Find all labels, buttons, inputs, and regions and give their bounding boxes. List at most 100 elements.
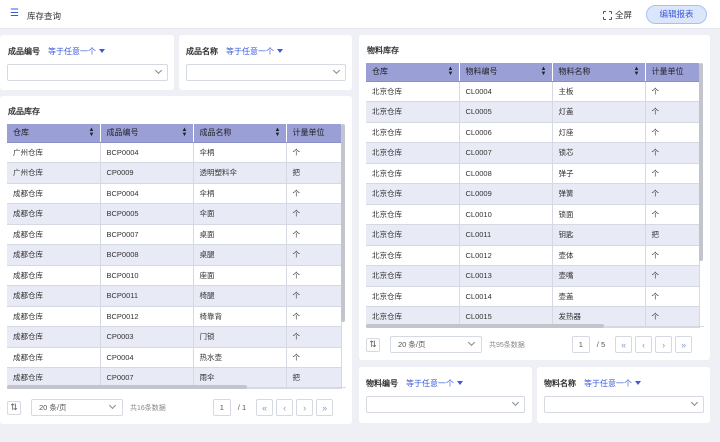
- first-page-icon[interactable]: «: [256, 399, 274, 416]
- cell: 成都仓库: [7, 244, 101, 266]
- material-name-select[interactable]: [544, 396, 704, 413]
- sort-icon[interactable]: ▲ ▼: [634, 66, 640, 77]
- table-row[interactable]: 成都仓库 BCP0007 桌面个: [7, 224, 342, 245]
- table-row[interactable]: 北京仓库 CL0005 灯盖个: [366, 101, 700, 123]
- table-row[interactable]: 北京仓库 CL0014 壶盖个: [366, 286, 700, 307]
- caret-down-icon: [99, 49, 105, 53]
- cell: CL0006: [459, 122, 553, 143]
- table-row[interactable]: 北京仓库 CL0006 灯座个: [366, 122, 700, 143]
- cell: 个: [286, 265, 342, 286]
- prev-page-icon[interactable]: ‹: [276, 399, 294, 416]
- chevron-down-icon: [108, 401, 117, 410]
- fullscreen-button[interactable]: 全屏: [602, 9, 632, 21]
- cell: BCP0010: [100, 265, 194, 286]
- sort-icon[interactable]: ▲ ▼: [89, 127, 95, 138]
- cell: 个: [645, 122, 700, 143]
- material-stock-pager: ⇅ 20 条/页 共95条数据 1 / 5 « ‹ › »: [366, 336, 693, 353]
- cell: 成都仓库: [7, 306, 101, 327]
- product-name-select[interactable]: [186, 64, 346, 81]
- cell: 个: [286, 224, 342, 245]
- table-row[interactable]: 广州仓库 CP0009 透明塑料伞把: [7, 162, 342, 184]
- cell: 个: [286, 142, 342, 163]
- table-row[interactable]: 北京仓库 CL0010 锁面个: [366, 204, 700, 225]
- last-page-icon[interactable]: »: [316, 399, 334, 416]
- cell: CL0012: [459, 245, 553, 266]
- table-row[interactable]: 成都仓库 BCP0012 椅靠背个: [7, 306, 342, 327]
- cell: 成都仓库: [7, 347, 101, 368]
- column-header-unit[interactable]: 计量单位: [645, 63, 700, 82]
- table-row[interactable]: 成都仓库 BCP0004 伞柄个: [7, 183, 342, 204]
- cell: BCP0004: [100, 183, 194, 204]
- first-page-icon[interactable]: «: [615, 336, 633, 353]
- product-name-operator-dropdown[interactable]: 等于任意一个: [226, 46, 283, 57]
- material-name-operator-dropdown[interactable]: 等于任意一个: [584, 378, 641, 389]
- column-settings-icon[interactable]: ⇅: [7, 400, 21, 415]
- sort-icon[interactable]: ▲ ▼: [275, 127, 281, 138]
- table-row[interactable]: 成都仓库 CP0004 热水壶个: [7, 347, 342, 368]
- cell: 个: [645, 204, 700, 225]
- cell: 壶体: [552, 245, 646, 266]
- cell: 个: [645, 183, 700, 205]
- cell: CP0003: [100, 326, 194, 348]
- cell: CL0004: [459, 81, 553, 102]
- cell: 成都仓库: [7, 326, 101, 348]
- sort-icon[interactable]: ▲ ▼: [541, 66, 547, 77]
- cell: 个: [645, 101, 700, 123]
- material-name-filter-label: 物料名称: [544, 379, 576, 388]
- column-header-product-code[interactable]: 成品编号 ▲ ▼: [100, 124, 194, 143]
- cell: 座面: [193, 265, 287, 286]
- cell: 灯座: [552, 122, 646, 143]
- table-row[interactable]: 成都仓库 BCP0010 座面个: [7, 265, 342, 286]
- material-code-select[interactable]: [366, 396, 525, 413]
- cell: CL0007: [459, 142, 553, 164]
- cell: CL0008: [459, 163, 553, 184]
- menu-icon[interactable]: ☰: [10, 9, 19, 19]
- cell: 伞柄: [193, 142, 287, 163]
- cell: CP0004: [100, 347, 194, 368]
- vertical-scrollbar[interactable]: [341, 124, 345, 322]
- vertical-scrollbar[interactable]: [699, 63, 703, 261]
- table-row[interactable]: 北京仓库 CL0009 弹簧个: [366, 183, 700, 205]
- column-header-product-name[interactable]: 成品名称 ▲ ▼: [193, 124, 287, 143]
- product-code-operator-dropdown[interactable]: 等于任意一个: [48, 46, 105, 57]
- page-count: / 1: [237, 403, 247, 412]
- table-row[interactable]: 北京仓库 CL0012 壶体个: [366, 245, 700, 266]
- cell: 北京仓库: [366, 224, 460, 246]
- sort-icon[interactable]: ▲ ▼: [182, 127, 188, 138]
- product-code-select[interactable]: [7, 64, 168, 81]
- page-number-input[interactable]: 1: [212, 399, 231, 416]
- column-header-warehouse[interactable]: 仓库 ▲ ▼: [366, 63, 460, 82]
- next-page-icon[interactable]: ›: [655, 336, 673, 353]
- table-row[interactable]: 成都仓库 CP0003 门锁个: [7, 326, 342, 348]
- page-number-input[interactable]: 1: [571, 336, 590, 353]
- cell: 北京仓库: [366, 286, 460, 307]
- table-row[interactable]: 成都仓库 BCP0008 桌腿个: [7, 244, 342, 266]
- prev-page-icon[interactable]: ‹: [635, 336, 653, 353]
- table-row[interactable]: 北京仓库 CL0007 锁芯个: [366, 142, 700, 164]
- page-size-select[interactable]: 20 条/页: [31, 399, 123, 416]
- table-row[interactable]: 北京仓库 CL0008 弹子个: [366, 163, 700, 184]
- table-row[interactable]: 广州仓库 BCP0004 伞柄个: [7, 142, 342, 163]
- horizontal-scrollbar[interactable]: [366, 324, 604, 328]
- edit-report-button[interactable]: 编辑报表: [646, 5, 707, 24]
- cell: 个: [286, 285, 342, 307]
- column-header-warehouse[interactable]: 仓库 ▲ ▼: [7, 124, 101, 143]
- column-settings-icon[interactable]: ⇅: [366, 337, 380, 352]
- page-size-select[interactable]: 20 条/页: [390, 336, 482, 353]
- next-page-icon[interactable]: ›: [296, 399, 314, 416]
- column-header-material-name[interactable]: 物料名称 ▲ ▼: [552, 63, 646, 82]
- table-row[interactable]: 成都仓库 BCP0005 伞面个: [7, 203, 342, 225]
- cell: 北京仓库: [366, 204, 460, 225]
- table-row[interactable]: 北京仓库 CL0013 壶嘴个: [366, 265, 700, 287]
- table-row[interactable]: 成都仓库 BCP0011 椅腿个: [7, 285, 342, 307]
- last-page-icon[interactable]: »: [675, 336, 693, 353]
- cell: BCP0005: [100, 203, 194, 225]
- column-header-unit[interactable]: 计量单位: [286, 124, 342, 143]
- horizontal-scrollbar[interactable]: [7, 385, 247, 389]
- table-row[interactable]: 北京仓库 CL0011 钥匙把: [366, 224, 700, 246]
- cell: 壶嘴: [552, 265, 646, 287]
- sort-icon[interactable]: ▲ ▼: [448, 66, 454, 77]
- table-row[interactable]: 北京仓库 CL0004 主板个: [366, 81, 700, 102]
- column-header-material-code[interactable]: 物料编号 ▲ ▼: [459, 63, 553, 82]
- material-code-operator-dropdown[interactable]: 等于任意一个: [406, 378, 463, 389]
